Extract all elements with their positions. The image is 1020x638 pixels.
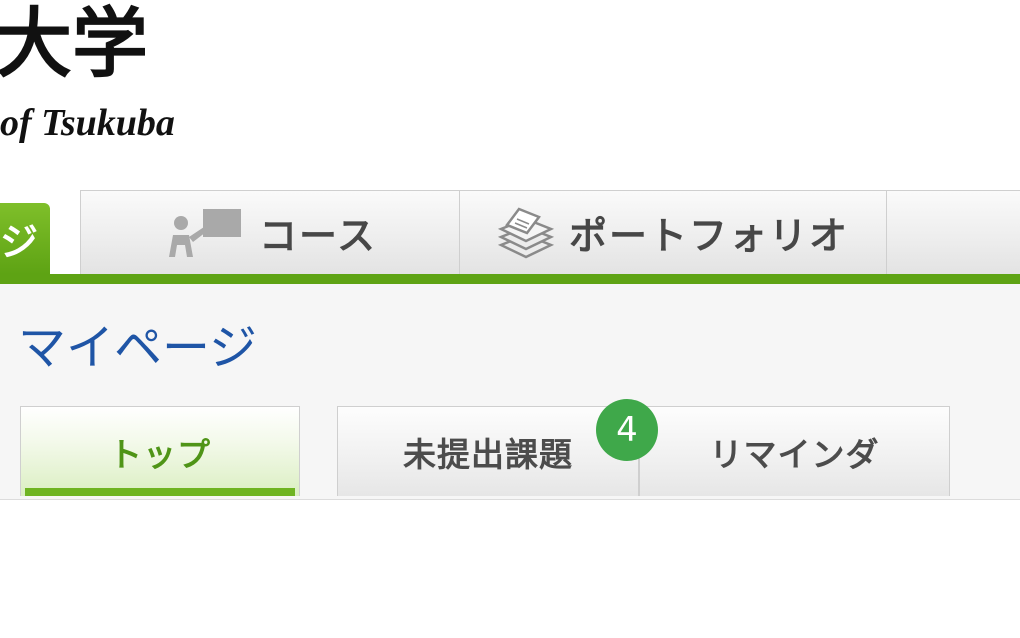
logo-english: of Tsukuba: [0, 102, 175, 144]
nav-tab-course[interactable]: コース: [80, 190, 460, 274]
nav-tab-more[interactable]: [886, 190, 1020, 274]
main-navigation: ジ コース ポートフォリオ: [0, 187, 1020, 287]
sub-tab-top[interactable]: トップ: [20, 406, 300, 496]
sub-tab-unsubmitted[interactable]: 未提出課題: [337, 406, 639, 496]
logo-japanese: 大学: [0, 0, 148, 88]
sub-tab-label: 未提出課題: [403, 434, 573, 474]
unsubmitted-count-badge: 4: [596, 399, 658, 461]
portfolio-icon: [497, 205, 555, 261]
nav-tab-label: ジ: [0, 220, 40, 264]
sub-navigation-area: マイページ トップ 未提出課題 リマインダ: [0, 284, 1020, 500]
sub-tab-label: トップ: [109, 434, 211, 474]
nav-tab-label: ポートフォリオ: [568, 214, 849, 258]
nav-tab-portfolio[interactable]: ポートフォリオ: [459, 190, 887, 274]
sub-tab-label: リマインダ: [709, 434, 880, 474]
course-icon: [163, 205, 245, 261]
nav-tab-label: コース: [258, 214, 378, 258]
nav-tab-mypage[interactable]: ジ: [0, 203, 50, 274]
sub-tab-reminder[interactable]: リマインダ: [639, 406, 950, 496]
nav-active-bar: [0, 274, 1020, 284]
page-title: マイページ: [18, 320, 258, 376]
